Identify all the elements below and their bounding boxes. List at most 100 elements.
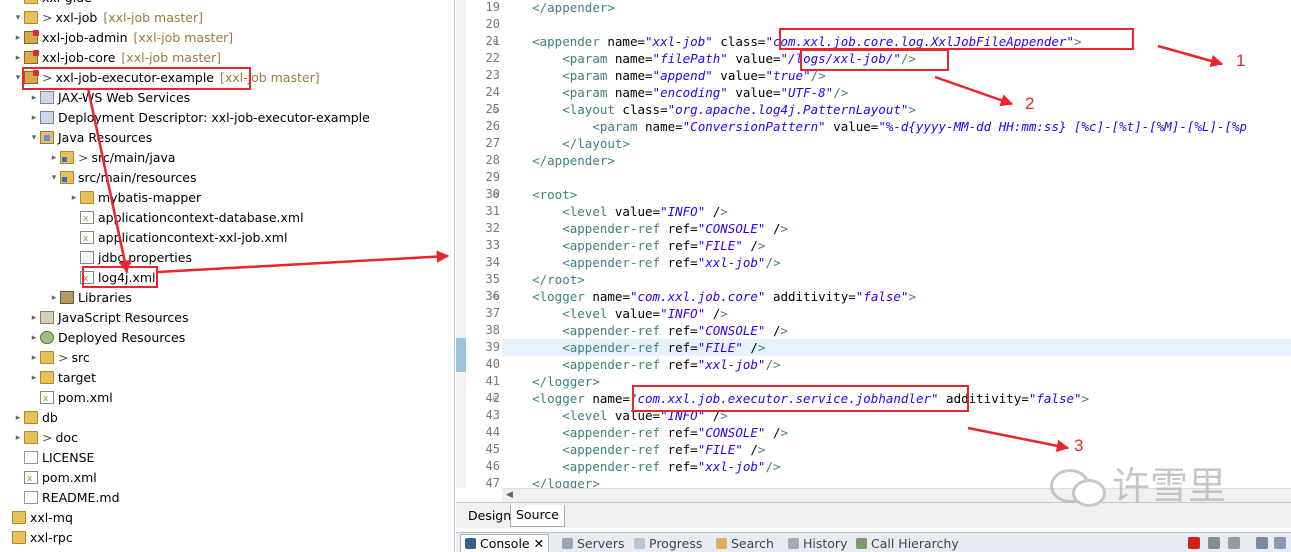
expanded-triangle-icon[interactable]: ▾	[28, 128, 40, 148]
remove-all-icon[interactable]	[1228, 537, 1240, 549]
code-line[interactable]: <param name="append" value="true"/>	[502, 67, 825, 84]
terminate-icon[interactable]	[1188, 537, 1200, 549]
tree-item[interactable]: ▸ xxl-job-core [xxl-job master]	[12, 48, 221, 68]
fold-toggle-icon[interactable]: ⊖	[492, 288, 502, 305]
collapsed-triangle-icon[interactable]: ▸	[68, 188, 80, 208]
scroll-left-arrow-icon[interactable]: ◀	[506, 489, 513, 502]
views-tab-bar: Console ✕ Servers Progress Search Histor…	[456, 532, 1291, 552]
code-line[interactable]: <appender-ref ref="xxl-job"/>	[502, 458, 780, 475]
git-change-marker: >	[42, 10, 53, 25]
line-number: 29	[485, 170, 500, 184]
code-line[interactable]: <appender-ref ref="xxl-job"/>	[502, 254, 780, 271]
tree-item[interactable]: ▸ > src	[28, 348, 90, 368]
code-line[interactable]: <param name="ConversionPattern" value="%…	[502, 118, 1247, 135]
code-line[interactable]: <appender-ref ref="FILE" />	[502, 237, 765, 254]
tree-item[interactable]: ▸ target	[28, 368, 96, 388]
code-line[interactable]: <param name="encoding" value="UTF-8"/>	[502, 84, 848, 101]
collapsed-triangle-icon[interactable]: ▸	[28, 88, 40, 108]
collapsed-triangle-icon[interactable]: ▸	[28, 308, 40, 328]
tree-item[interactable]: ▸ mybatis-mapper	[68, 188, 201, 208]
code-line[interactable]: <level value="INFO" />	[502, 203, 728, 220]
code-line[interactable]: </logger>	[502, 373, 600, 390]
highlight-log4j-file	[82, 266, 158, 288]
collapsed-triangle-icon[interactable]: ▸	[48, 288, 60, 308]
collapsed-triangle-icon[interactable]: ▸	[28, 328, 40, 348]
code-line[interactable]: <appender-ref ref="CONSOLE" />	[502, 322, 788, 339]
collapsed-triangle-icon[interactable]: ▸	[28, 108, 40, 128]
tab-source[interactable]: Source	[510, 505, 565, 527]
tree-item[interactable]: ▸ db	[12, 408, 58, 428]
tree-item[interactable]: applicationcontext-xxl-job.xml	[68, 228, 287, 249]
collapsed-triangle-icon[interactable]: ▸	[12, 48, 24, 68]
tree-item[interactable]: LICENSE	[12, 448, 94, 468]
collapsed-triangle-icon[interactable]: ▸	[48, 148, 60, 168]
collapsed-triangle-icon[interactable]: ▸	[12, 0, 24, 8]
code-line[interactable]: <root>	[502, 186, 577, 203]
fold-toggle-icon[interactable]: ⊖	[492, 33, 502, 50]
code-line[interactable]: </appender>	[502, 0, 615, 16]
console-menu-icon[interactable]	[1256, 537, 1268, 549]
code-line[interactable]: <appender-ref ref="FILE" />	[502, 441, 765, 458]
code-line[interactable]: </layout>	[502, 135, 630, 152]
collapsed-triangle-icon[interactable]: ▸	[12, 408, 24, 428]
tab-servers[interactable]: Servers	[562, 535, 625, 552]
tab-design[interactable]: Design	[462, 505, 517, 527]
folder-icon	[24, 11, 38, 24]
tree-item[interactable]: ▾ src/main/resources	[48, 168, 197, 188]
code-area[interactable]: </appender> <appender name="xxl-job" cla…	[502, 0, 1291, 491]
remove-launch-icon[interactable]	[1208, 537, 1220, 549]
expanded-triangle-icon[interactable]: ▾	[48, 168, 60, 188]
tab-progress[interactable]: Progress	[634, 535, 702, 552]
open-console-icon[interactable]	[1274, 537, 1286, 549]
code-line[interactable]: </root>	[502, 271, 585, 288]
code-line[interactable]: <appender-ref ref="CONSOLE" />	[502, 424, 788, 441]
collapsed-triangle-icon[interactable]: ▸	[28, 348, 40, 368]
tree-item[interactable]: ▸ > src/main/java	[48, 148, 176, 168]
tree-item[interactable]: ▸ xxl-job-admin [xxl-job master]	[12, 28, 233, 48]
code-line[interactable]: <appender-ref ref="xxl-job"/>	[502, 356, 780, 373]
tree-item[interactable]: ▾ > xxl-job [xxl-job master]	[12, 8, 203, 28]
tree-item[interactable]: jdbc.properties	[68, 248, 192, 268]
tree-item[interactable]: ▸ Libraries	[48, 288, 132, 308]
tree-item-label: xxl-mq	[30, 510, 73, 525]
tree-item-label: src	[71, 350, 90, 365]
tree-item[interactable]: ▸ xxl-glue	[12, 0, 92, 8]
tree-item[interactable]: xxl-mq	[0, 508, 73, 528]
tree-item[interactable]: xxl-rpc	[0, 528, 73, 548]
code-line[interactable]: <appender-ref ref="FILE" />	[502, 339, 1291, 356]
code-line[interactable]: <level value="INFO" />	[502, 305, 728, 322]
tree-item[interactable]: README.md	[12, 488, 120, 508]
fold-toggle-icon[interactable]: ⊖	[492, 101, 502, 118]
tab-history[interactable]: History	[788, 535, 847, 552]
code-line[interactable]: <logger name="com.xxl.job.core" additivi…	[502, 288, 916, 305]
fold-toggle-icon[interactable]: ⊖	[492, 186, 502, 203]
tree-item[interactable]: ▾ Java Resources	[28, 128, 152, 148]
collapsed-triangle-icon[interactable]: ▸	[12, 428, 24, 448]
fold-toggle-icon[interactable]: ⊖	[492, 390, 502, 407]
tree-item[interactable]: ▸ Deployment Descriptor: xxl-job-executor…	[28, 108, 370, 128]
tab-console[interactable]: Console ✕	[460, 534, 550, 552]
xml-editor[interactable]: 19 20 21 ⊖ 22 23 24 25 ⊖ 26 27 28 29 30 ⊖ 31 32 33 34 35 36 ⊖…	[456, 0, 1291, 502]
code-line[interactable]: </appender>	[502, 152, 615, 169]
annotation-ruler	[456, 0, 466, 488]
tree-item[interactable]: ▸ > doc	[12, 428, 78, 448]
folder-icon	[24, 0, 38, 4]
servers-icon	[562, 538, 573, 549]
collapsed-triangle-icon[interactable]: ▸	[12, 28, 24, 48]
tree-item[interactable]: applicationcontext-database.xml	[68, 208, 304, 229]
line-number: 37	[485, 306, 500, 320]
code-line[interactable]: <appender-ref ref="CONSOLE" />	[502, 220, 788, 237]
tab-search[interactable]: Search	[716, 535, 774, 552]
tree-item-label: JAX-WS Web Services	[58, 90, 191, 105]
tree-item[interactable]: ▸ JavaScript Resources	[28, 308, 189, 328]
expanded-triangle-icon[interactable]: ▾	[12, 8, 24, 28]
collapsed-triangle-icon[interactable]: ▸	[28, 368, 40, 388]
line-number: 47	[485, 476, 500, 490]
tab-call-hierarchy[interactable]: Call Hierarchy	[856, 535, 959, 552]
line-number: 34	[485, 255, 500, 269]
tree-item[interactable]: pom.xml	[12, 468, 97, 489]
tree-item[interactable]: pom.xml	[28, 388, 113, 409]
tree-item[interactable]: ▸ JAX-WS Web Services	[28, 88, 190, 108]
code-line[interactable]: <layout class="org.apache.log4j.PatternL…	[502, 101, 916, 118]
tree-item[interactable]: ▸ Deployed Resources	[28, 328, 185, 348]
